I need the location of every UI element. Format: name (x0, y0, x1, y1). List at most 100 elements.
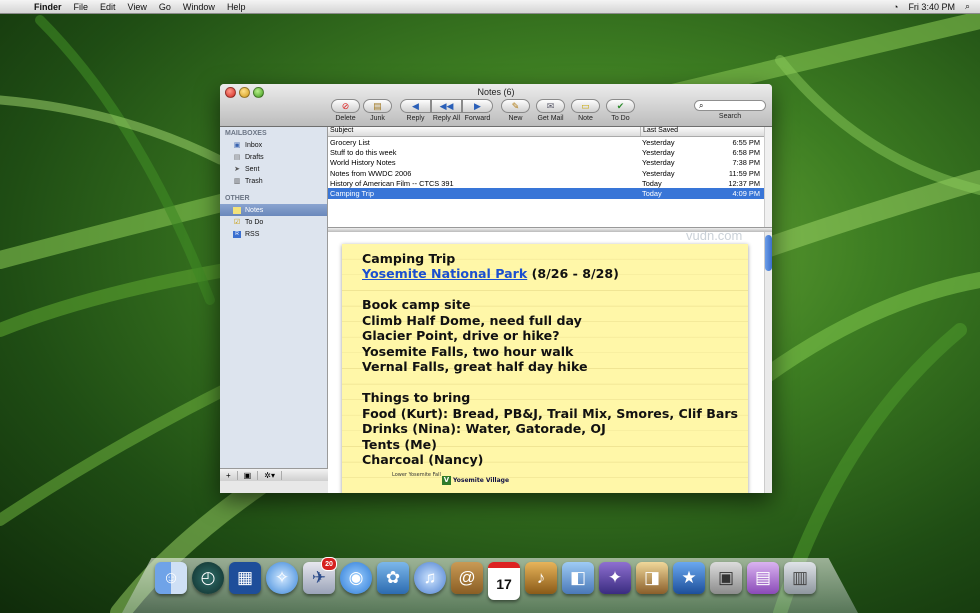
menu-help[interactable]: Help (227, 2, 246, 12)
note-line: Charcoal (Nancy) (362, 452, 484, 467)
sidebar-item-sent[interactable]: ➤ Sent (220, 163, 327, 175)
list-item[interactable]: Grocery List Yesterday 6:55 PM (328, 137, 764, 147)
delete-icon: ⊘ (341, 100, 350, 111)
menu-bar: Finder File Edit View Go Window Help ◔ F… (0, 0, 980, 14)
forward-button[interactable]: ▶ Forward (462, 99, 493, 122)
scrollbar-thumb[interactable] (765, 235, 772, 271)
list-scrollbar[interactable] (764, 127, 772, 227)
list-header: Subject Last Saved (328, 127, 764, 137)
menu-app-finder[interactable]: Finder (34, 2, 62, 12)
menu-edit[interactable]: Edit (100, 2, 116, 12)
mailbox-sidebar: MAILBOXES ▣ Inbox ▤ Drafts ➤ Sent ▥ Trash OT… (220, 127, 328, 481)
forward-icon: ▶ (474, 100, 481, 111)
add-mailbox-button[interactable]: + (220, 470, 238, 480)
safari-icon[interactable]: ✧ (266, 562, 298, 594)
sidebar-item-inbox[interactable]: ▣ Inbox (220, 139, 327, 151)
address-book-icon[interactable]: @ (451, 562, 483, 594)
toolbar: ⊘ Delete ▤ Junk ◀ Reply ◀◀ Reply All ▶ F… (331, 99, 638, 122)
note-line: Yosemite Falls, two hour walk (362, 344, 574, 359)
note-line: Climb Half Dome, need full day (362, 313, 582, 328)
last-saved-column-header[interactable]: Last Saved (641, 127, 764, 136)
sidebar-footer: + ▣ ✲▾ (220, 468, 328, 481)
list-item-selected[interactable]: Camping Trip Today 4:09 PM (328, 188, 764, 199)
junk-button[interactable]: ▤ Junk (363, 99, 392, 122)
search-area: ⌕ Search (694, 100, 766, 120)
time-machine-icon[interactable]: ◴ (192, 562, 224, 594)
menu-extras: ◔ Fri 3:40 PM ⌕ (893, 1, 980, 12)
mail-badge: 20 (321, 557, 337, 571)
reply-button[interactable]: ◀ Reply (400, 99, 431, 122)
list-item[interactable]: History of American Film -- CTCS 391 Toda… (328, 178, 764, 188)
reply-icon: ◀ (412, 100, 419, 111)
subject-column-header[interactable]: Subject (328, 127, 641, 136)
new-message-button[interactable]: ✎ New (501, 99, 530, 122)
sidebar-item-rss[interactable]: R RSS (220, 228, 327, 240)
note-line: Drinks (Nina): Water, Gatorade, OJ (362, 421, 606, 436)
todo-button[interactable]: ✔ To Do (606, 99, 635, 122)
preview-icon[interactable]: ◧ (562, 562, 594, 594)
delete-button[interactable]: ⊘ Delete (331, 99, 360, 122)
garageband-icon[interactable]: ♪ (525, 562, 557, 594)
documents-stack-icon[interactable]: ▤ (747, 562, 779, 594)
list-item[interactable]: World History Notes Yesterday 7:38 PM (328, 158, 764, 168)
list-item[interactable]: Stuff to do this week Yesterday 6:58 PM (328, 147, 764, 157)
menu-file[interactable]: File (74, 2, 89, 12)
checkmark-icon: ✔ (616, 100, 625, 111)
sidebar-header-other: OTHER (225, 195, 250, 202)
automator-icon[interactable]: ✦ (599, 562, 631, 594)
sent-icon: ➤ (234, 165, 240, 173)
ichat-icon[interactable]: ◉ (340, 562, 372, 594)
search-label: Search (718, 113, 742, 120)
sidebar-item-notes[interactable]: Notes (220, 204, 327, 216)
note-heading: Things to bring (362, 390, 471, 405)
reply-all-icon: ◀◀ (439, 100, 454, 111)
wifi-icon[interactable]: ◔ (893, 2, 898, 12)
watermark: vudn.com (686, 228, 743, 243)
window-titlebar[interactable]: Notes (6) ⊘ Delete ▤ Junk ◀ Reply ◀◀ Rep… (220, 84, 772, 127)
spotlight-icon[interactable]: ⌕ (965, 1, 970, 12)
note-paper[interactable]: Camping Trip Yosemite National Park (8/2… (342, 244, 748, 493)
sidebar-item-drafts[interactable]: ▤ Drafts (220, 151, 327, 163)
mail-window: Notes (6) ⊘ Delete ▤ Junk ◀ Reply ◀◀ Rep… (220, 84, 772, 493)
itunes-icon[interactable]: ♫ (414, 562, 446, 594)
note-viewer: Camping Trip Yosemite National Park (8/2… (328, 232, 764, 493)
search-input[interactable]: ⌕ (694, 100, 766, 111)
sidebar-item-trash[interactable]: ▥ Trash (220, 175, 327, 187)
menu-window[interactable]: Window (183, 2, 215, 12)
note-link-line: Yosemite National Park (8/26 - 8/28) (362, 266, 619, 281)
menu-view[interactable]: View (128, 2, 147, 12)
trash-can-icon[interactable]: ▥ (784, 562, 816, 594)
dock: ☺ ◴ ▦ ✧ ✈ 20 ◉ ✿ ♫ @ 17 ♪ ◧ ✦ ◨ ★ ▣ ▤ ▥ (155, 557, 816, 600)
note-line: Tents (Me) (362, 437, 437, 452)
mail-icon[interactable]: ✈ 20 (303, 557, 337, 594)
todo-icon: ☑ (233, 218, 241, 226)
clock[interactable]: Fri 3:40 PM (908, 2, 955, 12)
new-note-button[interactable]: ▭ Note (571, 99, 600, 122)
iphoto-icon[interactable]: ✿ (377, 562, 409, 594)
photo-booth-icon[interactable]: ◨ (636, 562, 668, 594)
note-scrollbar[interactable] (764, 232, 772, 493)
show-photo-browser-button[interactable]: ▣ (238, 470, 259, 480)
envelope-icon: ✉ (546, 100, 555, 111)
note-line: Glacier Point, drive or hike? (362, 328, 560, 343)
system-preferences-icon[interactable]: ▣ (710, 562, 742, 594)
ical-icon[interactable]: 17 (488, 562, 520, 600)
menu-go[interactable]: Go (159, 2, 171, 12)
map-label-falls: Lower Yosemite Fall (392, 472, 441, 478)
imovie-icon[interactable]: ★ (673, 562, 705, 594)
notes-icon (233, 206, 241, 214)
search-icon: ⌕ (699, 100, 704, 110)
map-label-village: V Yosemite Village (442, 476, 510, 485)
reply-all-button[interactable]: ◀◀ Reply All (431, 99, 462, 122)
action-menu-button[interactable]: ✲▾ (258, 470, 282, 480)
yosemite-link[interactable]: Yosemite National Park (362, 266, 527, 281)
reply-segment: ◀ Reply ◀◀ Reply All ▶ Forward (400, 99, 493, 122)
sidebar-item-todo[interactable]: ☑ To Do (220, 216, 327, 228)
list-item[interactable]: Notes from WWDC 2006 Yesterday 11:59 PM (328, 168, 764, 178)
finder-icon[interactable]: ☺ (155, 562, 187, 594)
junk-icon: ▤ (373, 100, 382, 111)
get-mail-button[interactable]: ✉ Get Mail (536, 99, 565, 122)
note-line: Food (Kurt): Bread, PB&J, Trail Mix, Smo… (362, 406, 739, 421)
spaces-icon[interactable]: ▦ (229, 562, 261, 594)
notes-list: Subject Last Saved Grocery List Yesterday… (328, 127, 764, 227)
